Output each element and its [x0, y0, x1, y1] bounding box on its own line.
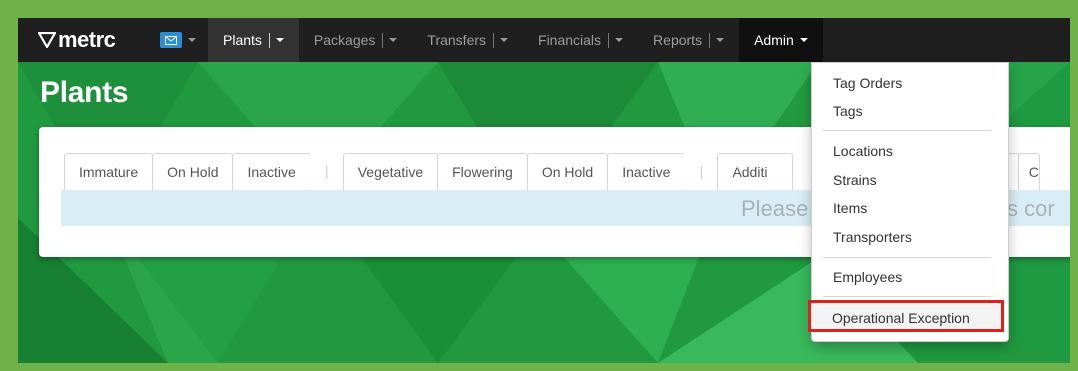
metrc-logo-icon — [38, 32, 56, 48]
messages-dropdown[interactable] — [160, 18, 196, 62]
envelope-icon — [160, 32, 182, 48]
tab-flowering[interactable]: Flowering — [437, 153, 528, 190]
chevron-down-icon — [389, 38, 398, 42]
nav-financials[interactable]: Financials — [523, 18, 638, 62]
tab-immature[interactable]: Immature — [64, 153, 154, 190]
menu-item-employees[interactable]: Employees — [833, 269, 902, 285]
nav-packages[interactable]: Packages — [299, 18, 412, 62]
logo-text: metrc — [58, 27, 116, 52]
tab-inactive[interactable]: Inactive — [607, 153, 686, 190]
menu-item-strains[interactable]: Strains — [833, 172, 877, 188]
chevron-down-icon — [615, 38, 624, 42]
tab-on-hold[interactable]: On Hold — [526, 153, 609, 190]
tab-separator: | — [309, 153, 344, 189]
chevron-down-icon — [188, 38, 196, 42]
menu-divider — [823, 130, 991, 131]
menu-divider — [823, 296, 991, 297]
tab-separator: | — [684, 153, 719, 189]
tab-additives[interactable]: Additi — [717, 153, 794, 190]
metrc-logo[interactable]: metrc — [38, 18, 150, 62]
nav-plants[interactable]: Plants — [208, 18, 299, 62]
chevron-down-icon — [275, 38, 284, 42]
chevron-down-icon — [500, 38, 509, 42]
tab-on-hold-immature[interactable]: On Hold — [152, 153, 234, 190]
menu-item-tags[interactable]: Tags — [833, 103, 863, 119]
nav-admin[interactable]: Admin — [739, 18, 823, 62]
menu-item-operational-exception-highlighted[interactable]: Operational Exception — [808, 300, 1004, 332]
nav-transfers[interactable]: Transfers — [412, 18, 523, 62]
tab-more[interactable]: C — [1017, 153, 1040, 190]
menu-item-items[interactable]: Items — [833, 200, 867, 216]
page-title: Plants — [40, 76, 129, 109]
top-navbar: metrc Plants Packages Transfers Financia… — [18, 18, 1070, 62]
chevron-down-icon — [716, 38, 725, 42]
app-window: metrc Plants Packages Transfers Financia… — [18, 18, 1070, 363]
menu-divider — [823, 257, 991, 258]
nav-reports[interactable]: Reports — [638, 18, 739, 62]
tab-vegetative[interactable]: Vegetative — [342, 153, 439, 190]
menu-item-tag-orders[interactable]: Tag Orders — [833, 75, 902, 91]
tab-inactive-immature[interactable]: Inactive — [232, 153, 311, 190]
menu-item-locations[interactable]: Locations — [833, 143, 893, 159]
chevron-down-icon — [799, 38, 808, 42]
menu-item-transporters[interactable]: Transporters — [833, 229, 912, 245]
menu-item-operational-exception[interactable]: Operational Exception — [832, 310, 970, 326]
info-text-left: Please — [741, 196, 809, 221]
